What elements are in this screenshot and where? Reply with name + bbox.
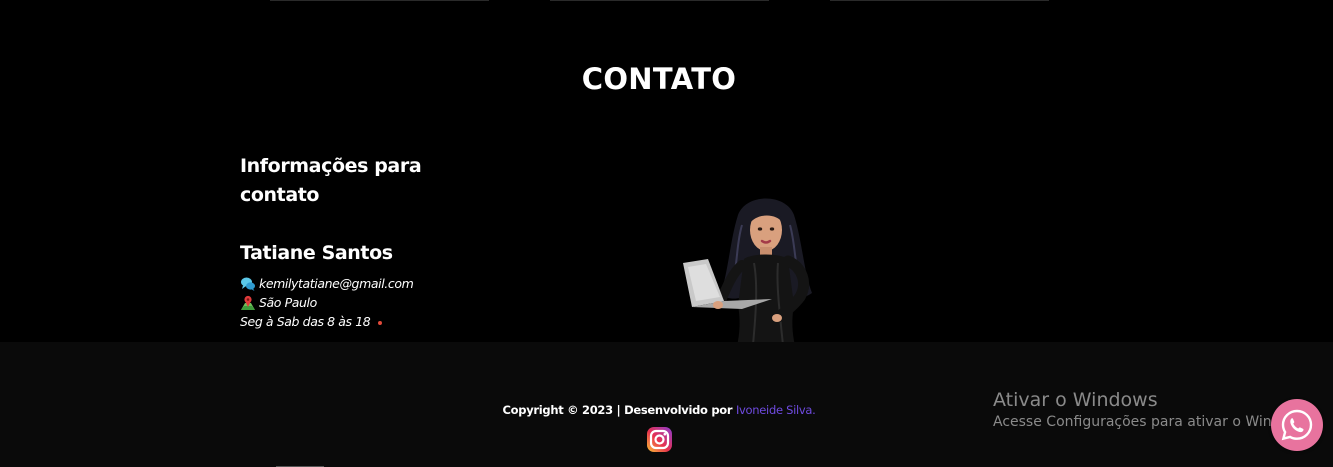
activation-subtitle: Acesse Configurações para ativar o Windo… [993, 414, 1313, 430]
copyright-label: Copyright © 2023 | Desenvolvido por [502, 403, 733, 417]
section-title: CONTATO [581, 62, 737, 96]
windows-activation-notice: Ativar o Windows Acesse Configurações pa… [993, 388, 1312, 432]
hours-text: Seg à Sab das 8 às 18 [240, 314, 371, 329]
top-divider [270, 0, 489, 1]
contact-info: Informações para contato Tatiane Santos … [240, 152, 500, 331]
contact-name: Tatiane Santos [240, 242, 393, 264]
location-line: São Paulo [240, 293, 500, 312]
location-text: São Paulo [259, 295, 317, 310]
whatsapp-icon [1281, 409, 1313, 441]
hours-line: Seg à Sab das 8 às 18 [240, 312, 500, 331]
status-dot-icon [378, 321, 383, 325]
instagram-icon[interactable] [646, 426, 673, 453]
whatsapp-button[interactable] [1271, 399, 1323, 451]
top-divider [830, 0, 1049, 1]
activation-title: Ativar o Windows [993, 389, 1158, 411]
top-divider [550, 0, 769, 1]
email-text[interactable]: kemilytatiane@gmail.com [259, 274, 414, 293]
contact-details: kemilytatiane@gmail.com São Paulo Seg à … [240, 274, 500, 331]
top-dividers [0, 0, 1333, 2]
email-line: kemilytatiane@gmail.com [240, 274, 500, 293]
contact-heading: Informações para contato [240, 155, 422, 206]
developer-link[interactable]: Ivoneide Silva. [736, 403, 816, 417]
map-pin-icon [240, 295, 256, 311]
speech-bubble-icon [240, 276, 256, 292]
